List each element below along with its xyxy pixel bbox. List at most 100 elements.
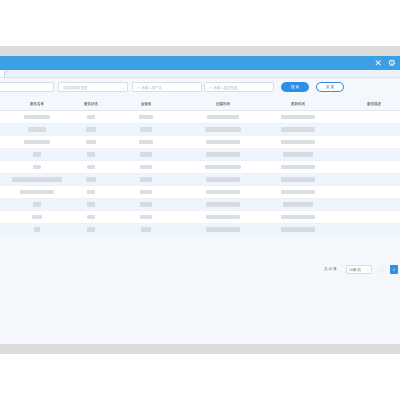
table-row[interactable] (0, 186, 400, 199)
table-row[interactable] (0, 136, 400, 149)
table-row[interactable] (0, 123, 400, 136)
table-cell (206, 214, 240, 219)
table-body (0, 111, 400, 236)
table-cell (87, 214, 95, 219)
table-cell (33, 164, 41, 169)
description-input[interactable]: ⌕ 请输入描述信息 (204, 82, 274, 92)
table-cell (206, 202, 240, 207)
prev-page-button[interactable]: ‹ (378, 265, 386, 274)
table-cell (281, 214, 315, 219)
table-cell (87, 202, 95, 207)
title-bar-controls: ✕ ⚙ (374, 57, 396, 69)
column-header[interactable]: 服务状态 (84, 98, 98, 110)
table-cell (86, 139, 96, 144)
reset-button-label: 重 置 (326, 85, 334, 89)
table-row[interactable] (0, 148, 400, 161)
table-row[interactable] (0, 223, 400, 236)
service-table: 服务名称 服务状态 运营商 创建时间 更新时间 服务描述 (0, 98, 400, 236)
page-size-value: 10条/页 (349, 268, 361, 272)
table-cell (140, 189, 152, 194)
table-cell (33, 202, 41, 207)
table-cell (281, 227, 315, 232)
filter-bar: 请选择服务类型 ⌄ ⌕ 请输入用户名 ⌕ 请输入描述信息 搜 索 重 置 (0, 82, 400, 94)
table-row[interactable] (0, 211, 400, 224)
table-cell (205, 127, 241, 132)
search-icon: ⌕ (137, 85, 140, 90)
close-icon[interactable]: ✕ (374, 57, 382, 69)
table-cell (140, 127, 152, 132)
table-row[interactable] (0, 111, 400, 124)
table-cell (281, 189, 315, 194)
search-button[interactable]: 搜 索 (281, 82, 309, 92)
table-cell (281, 127, 315, 132)
table-cell (205, 164, 241, 169)
table-cell (139, 114, 153, 119)
table-cell (24, 139, 50, 144)
table-cell (140, 214, 152, 219)
search-button-label: 搜 索 (291, 85, 299, 89)
description-placeholder: 请输入描述信息 (213, 86, 238, 90)
bottom-backdrop (0, 344, 400, 354)
table-cell (281, 114, 315, 119)
table-cell (87, 189, 95, 194)
pagination-total: 共 20 条 (324, 267, 337, 271)
table-cell (206, 152, 240, 157)
table-cell (32, 214, 42, 219)
username-input[interactable]: ⌕ 请输入用户名 (132, 82, 202, 92)
table-cell (140, 177, 152, 182)
table-cell (140, 152, 152, 157)
chevron-down-icon: ⌄ (121, 85, 125, 90)
table-row[interactable] (0, 161, 400, 174)
table-cell (24, 114, 50, 119)
table-row[interactable] (0, 198, 400, 211)
table-cell (12, 177, 62, 182)
page-number-current[interactable]: 1 (390, 265, 398, 274)
table-header: 服务名称 服务状态 运营商 创建时间 更新时间 服务描述 (0, 98, 400, 111)
table-cell (283, 202, 313, 207)
table-cell (87, 164, 95, 169)
table-cell (206, 177, 240, 182)
pagination: 共 20 条 10条/页 ⌄ ‹ 1 (0, 265, 400, 275)
service-name-input[interactable] (0, 82, 54, 92)
service-type-placeholder: 请选择服务类型 (63, 86, 88, 90)
reset-button[interactable]: 重 置 (316, 82, 344, 92)
table-cell (139, 139, 153, 144)
table-cell (283, 152, 313, 157)
table-cell (281, 164, 315, 169)
app-window: ✕ ⚙ › 请选择服务类型 ⌄ ⌕ 请输入用户名 ⌕ 请输入描述信息 搜 索 重 置… (0, 56, 400, 344)
table-cell (206, 189, 240, 194)
page-number-label: 1 (392, 267, 396, 272)
gear-icon[interactable]: ⚙ (388, 57, 396, 69)
table-cell (281, 177, 315, 182)
service-type-select[interactable]: 请选择服务类型 ⌄ (58, 82, 128, 92)
column-header[interactable]: 运营商 (141, 98, 152, 110)
chevron-down-icon: ⌄ (366, 268, 369, 272)
table-cell (281, 139, 315, 144)
table-cell (86, 177, 96, 182)
tab-active[interactable] (0, 70, 5, 77)
table-cell (34, 227, 40, 232)
table-cell (86, 127, 96, 132)
page-size-select[interactable]: 10条/页 ⌄ (346, 265, 372, 274)
table-row[interactable] (0, 173, 400, 186)
table-cell (33, 152, 41, 157)
table-cell (206, 139, 240, 144)
table-cell (206, 227, 240, 232)
column-header[interactable]: 更新时间 (291, 98, 305, 110)
table-cell (87, 227, 95, 232)
username-placeholder: 请输入用户名 (141, 86, 163, 90)
prev-page-icon: ‹ (381, 267, 383, 272)
title-bar: ✕ ⚙ (0, 56, 400, 70)
table-cell (28, 127, 46, 132)
column-header[interactable]: 服务名称 (30, 98, 44, 110)
tab-scroll-icon[interactable]: › (6, 69, 8, 75)
column-header[interactable]: 服务描述 (367, 98, 381, 110)
column-header[interactable]: 创建时间 (216, 98, 230, 110)
table-cell (140, 202, 152, 207)
table-cell (207, 114, 239, 119)
table-cell (140, 164, 152, 169)
table-cell (87, 152, 95, 157)
table-cell (87, 114, 95, 119)
table-cell (20, 189, 54, 194)
search-icon: ⌕ (209, 85, 212, 90)
